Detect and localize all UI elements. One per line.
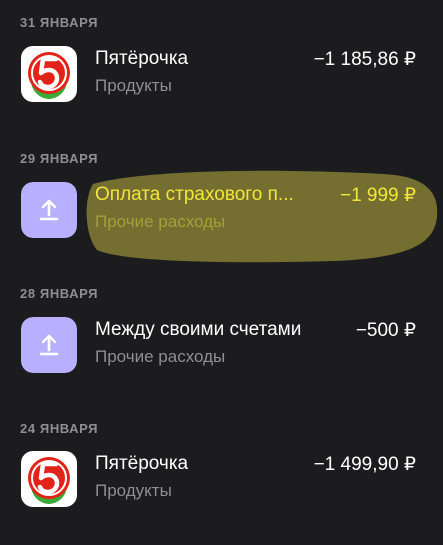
merchant-name: Между своими счетами [95,319,302,340]
transaction-row[interactable]: Между своими счетами Прочие расходы −500… [0,305,443,385]
date-header: 28 ЯНВАРЯ [20,286,99,301]
amount: −1 185,86 ₽ [313,49,416,70]
pyaterochka-logo-icon [21,46,77,102]
transaction-row[interactable]: Пятёрочка Продукты −1 185,86 ₽ [0,34,443,114]
merchant-name: Пятёрочка [95,48,189,69]
merchant-name: Оплата страхового п... [95,184,294,205]
upload-arrow-icon [21,182,77,238]
pyaterochka-logo-icon [21,451,77,507]
upload-arrow-icon [21,317,77,373]
transaction-row[interactable]: Пятёрочка Продукты −1 499,90 ₽ [0,439,443,519]
category-label: Прочие расходы [95,347,226,366]
date-header: 29 ЯНВАРЯ [20,151,99,166]
amount: −500 ₽ [355,320,416,341]
category-label: Продукты [95,76,172,95]
merchant-name: Пятёрочка [95,453,189,474]
category-label: Продукты [95,481,172,500]
transaction-row[interactable]: Оплата страхового п... Прочие расходы −1… [0,170,443,250]
amount: −1 999 ₽ [339,185,416,206]
date-header: 24 ЯНВАРЯ [20,421,99,436]
date-header: 31 ЯНВАРЯ [20,15,99,30]
category-label: Прочие расходы [95,212,226,231]
amount: −1 499,90 ₽ [313,454,416,475]
